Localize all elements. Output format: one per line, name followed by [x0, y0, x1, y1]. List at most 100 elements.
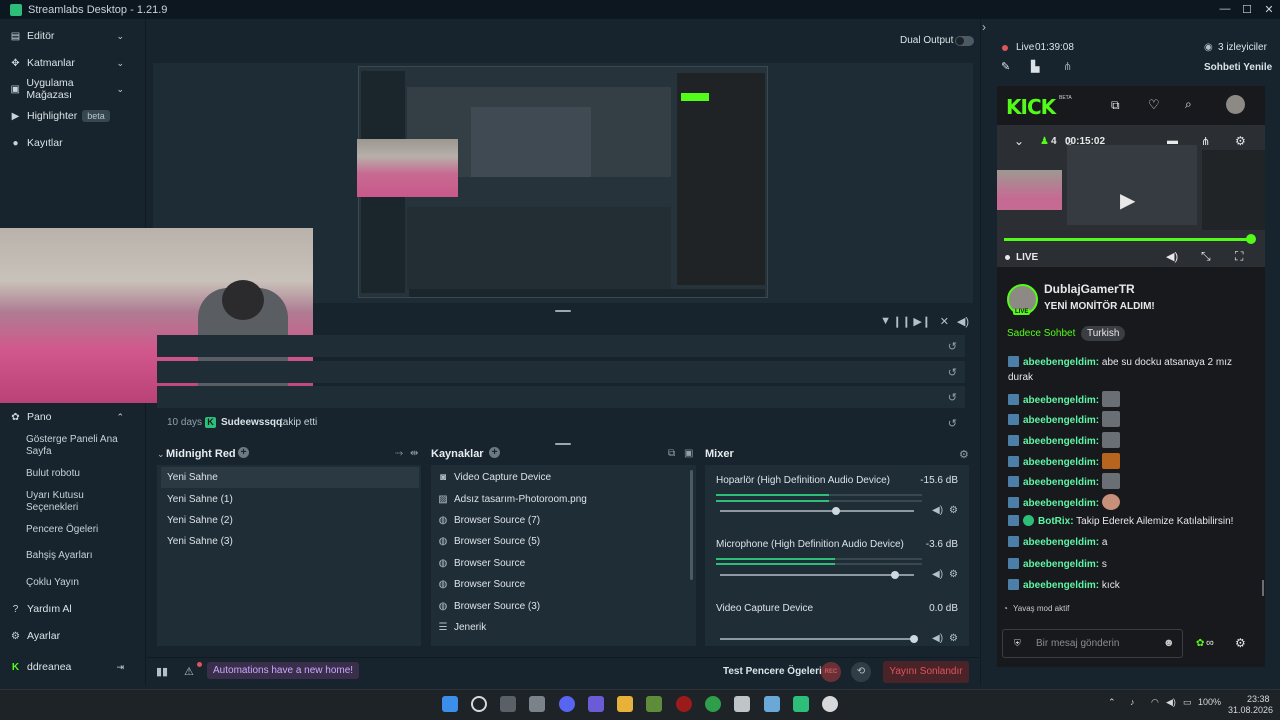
sidebar-item-help[interactable]: ? Yardım Al — [0, 598, 146, 620]
clock-date[interactable]: 31.08.2026 — [1228, 705, 1273, 715]
gear-icon[interactable]: ⚙ — [949, 569, 958, 580]
scene-item[interactable]: Yeni Sahne (2) — [161, 510, 419, 531]
sidebar-item-dashboard[interactable]: ✿ Pano ⌃ — [0, 406, 146, 428]
volume-slider[interactable] — [720, 571, 914, 579]
refresh-chat-button[interactable]: Sohbeti Yenile — [1204, 62, 1272, 73]
speaker-icon[interactable]: ◀) — [932, 633, 943, 644]
gear-icon[interactable]: ⚙ — [949, 505, 958, 516]
photos-icon[interactable] — [764, 696, 780, 712]
chat-username[interactable]: abeebengeldim: — [1023, 457, 1099, 468]
folder-icon[interactable]: ▣ — [684, 448, 693, 459]
sidebar-item-app-store[interactable]: ▣ Uygulama Mağazası ⌄ — [0, 77, 146, 101]
source-item[interactable]: ◍ Browser Source (5) — [434, 531, 689, 552]
sidebar-item-settings[interactable]: ⚙ Ayarlar — [0, 625, 146, 647]
task-view-icon[interactable] — [500, 696, 516, 712]
replay-icon[interactable]: ↺ — [948, 366, 957, 379]
sidebar-subitem-widgets[interactable]: Pencere Ögeleri — [26, 524, 136, 536]
edit-pencil-icon[interactable]: ✎ — [1001, 60, 1010, 73]
transition-icon[interactable]: ⤑ — [395, 448, 403, 459]
sidebar-item-layers[interactable]: ✥ Katmanlar ⌄ — [0, 52, 146, 74]
copy-icon[interactable]: ⧉ — [1111, 98, 1120, 113]
sidebar-subitem-multistream[interactable]: Çoklu Yayın — [26, 577, 136, 589]
chat-username[interactable]: abeebengeldim: — [1023, 436, 1099, 447]
chat-settings-gear-icon[interactable]: ⚙ — [1235, 636, 1246, 650]
share-icon[interactable]: ⋔ — [1063, 60, 1072, 73]
play-icon[interactable]: ▶ — [1120, 188, 1135, 213]
chrome-icon[interactable] — [705, 696, 721, 712]
fullscreen-icon[interactable]: ⛶ — [1235, 249, 1243, 264]
chat-username[interactable]: abeebengeldim: — [1023, 395, 1099, 406]
sidebar-subitem-tip-settings[interactable]: Bahşiş Ayarları — [26, 550, 136, 562]
source-item[interactable]: ◍ Browser Source (7) — [434, 510, 689, 531]
gear-icon[interactable]: ⚙ — [949, 633, 958, 644]
close-button[interactable]: ✕ — [1258, 3, 1280, 16]
avatar[interactable] — [1226, 95, 1245, 114]
battery-icon[interactable]: ▭ — [1183, 697, 1192, 708]
source-item[interactable]: ◍ Browser Source (3) — [434, 596, 689, 617]
sidebar-subitem-dashboard-home[interactable]: Gösterge Paneli Ana Sayfa — [26, 434, 136, 458]
mute-alerts-icon[interactable]: ✕ — [940, 315, 949, 328]
volume-slider[interactable] — [720, 507, 914, 515]
chat-username[interactable]: abeebengeldim: — [1023, 357, 1099, 368]
mixer-settings-gear-icon[interactable]: ⚙ — [959, 448, 969, 461]
minecraft-icon[interactable] — [646, 696, 662, 712]
collapse-icon[interactable]: ⌄ — [157, 449, 165, 460]
sidebar-subitem-cloudbot[interactable]: Bulut robotu — [26, 468, 136, 480]
volume-slider-knob[interactable] — [890, 571, 899, 579]
dual-output-toggle[interactable] — [955, 36, 974, 46]
source-item[interactable]: ☰ Jenerik — [434, 617, 689, 638]
chat-username[interactable]: abeebengeldim: — [1023, 415, 1099, 426]
add-scene-icon[interactable]: + — [238, 447, 249, 458]
chevron-up-icon[interactable]: ⌃ — [1108, 697, 1116, 708]
chat-username[interactable]: abeebengeldim: — [1023, 477, 1099, 488]
sidebar-subitem-alert-box[interactable]: Uyarı Kutusu Seçenekleri — [26, 490, 136, 514]
scene-item[interactable]: Yeni Sahne (1) — [161, 489, 419, 510]
chat-username[interactable]: abeebengeldim: — [1023, 537, 1099, 548]
minimize-button[interactable]: — — [1214, 3, 1236, 16]
microphone-icon[interactable]: ♪ — [1130, 697, 1135, 707]
volume-icon[interactable]: ◀) — [957, 315, 969, 328]
volume-slider[interactable] — [720, 635, 918, 643]
gear-icon[interactable]: ⚙ — [1235, 134, 1246, 148]
speaker-icon[interactable]: ◀) — [932, 569, 943, 580]
mic-source-icon[interactable]: ⧉ — [668, 448, 675, 459]
pause-icon[interactable]: ❙❙ — [893, 315, 911, 328]
scene-item[interactable]: Yeni Sahne (3) — [161, 531, 419, 552]
replay-buffer-button[interactable]: ⟲ — [851, 662, 871, 682]
test-widgets-button[interactable]: Test Pencere Ögeleri — [723, 666, 822, 677]
source-item[interactable]: ▨ Adsız tasarım-Photoroom.png — [434, 489, 689, 510]
emoji-icon[interactable]: ☻ — [1163, 637, 1175, 649]
clip-icon[interactable]: ▬ — [1167, 135, 1178, 147]
stream-info-icon[interactable]: ▙ — [1031, 60, 1039, 73]
chat-input-box[interactable]: ⛨ Bir mesaj gönderin ☻ — [1002, 629, 1183, 658]
chevron-right-icon[interactable]: › — [982, 20, 986, 34]
source-item[interactable]: ◙ Video Capture Device — [434, 467, 689, 488]
chat-scrollbar[interactable] — [1262, 580, 1264, 596]
chat-username[interactable]: BotRix: — [1038, 516, 1074, 527]
performance-icon[interactable]: ▮▮ — [156, 665, 168, 678]
replay-icon[interactable]: ↺ — [948, 391, 957, 404]
heart-icon[interactable]: ♡ — [1148, 97, 1160, 113]
logout-icon[interactable]: ⇥ — [116, 662, 124, 673]
kick-points-icon[interactable]: ✿ — [1196, 638, 1204, 649]
start-icon[interactable] — [442, 696, 458, 712]
speaker-icon[interactable]: ◀) — [1166, 697, 1176, 708]
sidebar-item-recordings[interactable]: ● Kayıtlar — [0, 132, 146, 154]
replay-icon[interactable]: ↺ — [948, 417, 957, 430]
theater-mode-icon[interactable]: ⤡ — [1201, 249, 1211, 264]
streamer-name[interactable]: DublajGamerTR — [1044, 282, 1135, 296]
chat-username[interactable]: abeebengeldim: — [1023, 580, 1099, 591]
app-icon[interactable] — [822, 696, 838, 712]
app-icon[interactable] — [676, 696, 692, 712]
sidebar-item-highlighter[interactable]: ▶ Highlighter beta — [0, 105, 146, 127]
widgets-icon[interactable] — [529, 696, 545, 712]
sidebar-item-user[interactable]: K ddreanea ⇥ — [0, 656, 146, 678]
maximize-button[interactable]: ☐ — [1236, 3, 1258, 16]
add-source-icon[interactable]: + — [489, 447, 500, 458]
share-icon[interactable]: ⋔ — [1201, 135, 1210, 148]
app-icon[interactable] — [588, 696, 604, 712]
chat-mode-tag[interactable]: Sadece Sohbet — [1007, 328, 1075, 339]
chevron-down-icon[interactable]: ⌄ — [1014, 134, 1024, 148]
end-stream-button[interactable]: Yayını Sonlandır — [883, 661, 969, 683]
studio-mode-icon[interactable]: ⇹ — [410, 448, 418, 459]
